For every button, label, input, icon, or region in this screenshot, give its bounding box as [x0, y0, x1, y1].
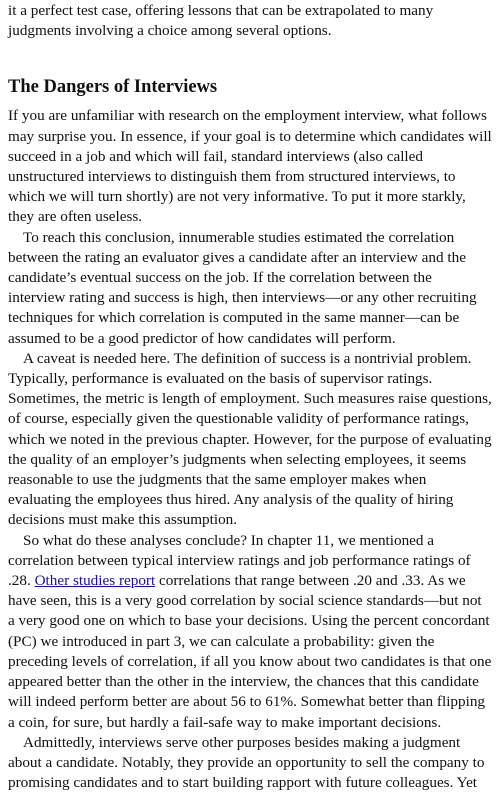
intro-paragraph: it a perfect test case, offering lessons… — [8, 2, 434, 40]
document-page: it a perfect test case, offering lessons… — [8, 0, 492, 793]
paragraph-1: If you are unfamiliar with research on t… — [8, 107, 492, 226]
paragraph-4: So what do these analyses conclude? In c… — [8, 531, 492, 733]
other-studies-link[interactable]: Other studies report — [35, 572, 156, 589]
paragraph-2: To reach this conclusion, innumerable st… — [8, 228, 477, 347]
section-heading: The Dangers of Interviews — [8, 77, 218, 98]
paragraph-5: Admittedly, interviews serve other purpo… — [8, 733, 485, 792]
paragraph-4-text-after: correlations that range between .20 and … — [8, 572, 492, 731]
paragraph-3: A caveat is needed here. The definition … — [8, 349, 492, 529]
